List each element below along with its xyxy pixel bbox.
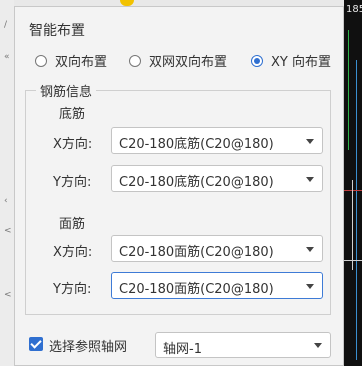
top-y-label: Y方向: (53, 282, 92, 297)
cad-line (356, 60, 357, 360)
chevron-down-icon[interactable] (314, 343, 322, 348)
select-value: C20-180底筋(C20@180) (119, 137, 274, 152)
background-tick: ‹ (4, 196, 8, 206)
background-left-panel: / « ‹ < < (0, 0, 15, 366)
cad-line (344, 190, 362, 191)
bottom-y-rebar-select[interactable]: C20-180底筋(C20@180) (111, 165, 323, 192)
cad-canvas[interactable]: 185 (344, 0, 362, 366)
select-value: C20-180底筋(C20@180) (119, 175, 274, 190)
radio-double-net-bidirectional[interactable]: 双网双向布置 (129, 51, 227, 70)
checkbox-checked-icon[interactable] (29, 337, 43, 351)
top-y-rebar-select[interactable]: C20-180面筋(C20@180) (111, 272, 323, 299)
background-tick: < (4, 290, 12, 300)
radio-xy-direction[interactable]: XY 向布置 (251, 51, 331, 70)
radio-label: XY 向布置 (271, 55, 331, 70)
cad-line (344, 260, 362, 261)
axis-grid-row: 选择参照轴网 轴网-1 (29, 329, 333, 359)
radio-button-icon[interactable] (35, 54, 47, 67)
radio-button-icon[interactable] (129, 54, 141, 67)
select-value: 轴网-1 (163, 342, 202, 357)
layout-mode-radio-group: 双向布置 双网双向布置 XY 向布置 (29, 51, 333, 71)
chevron-down-icon[interactable] (306, 177, 314, 182)
select-value: C20-180面筋(C20@180) (119, 282, 274, 297)
smart-layout-dialog: 智能布置 双向布置 双网双向布置 XY 向布置 钢筋信息 底筋 X方向: C20… (14, 6, 344, 366)
cad-line (352, 180, 353, 270)
radio-label: 双向布置 (55, 55, 108, 70)
top-x-label: X方向: (53, 245, 93, 260)
bottom-x-rebar-select[interactable]: C20-180底筋(C20@180) (111, 127, 323, 154)
bottom-x-label: X方向: (53, 137, 93, 152)
chevron-down-icon[interactable] (306, 247, 314, 252)
background-tick: / (4, 20, 8, 30)
axis-grid-select[interactable]: 轴网-1 (155, 332, 331, 358)
rebar-info-groupbox: 钢筋信息 底筋 X方向: C20-180底筋(C20@180) Y方向: C20… (25, 81, 331, 315)
radio-label: 双网双向布置 (149, 55, 228, 70)
dialog-title: 智能布置 (29, 23, 85, 39)
select-value: C20-180面筋(C20@180) (119, 245, 274, 260)
chevron-down-icon[interactable] (306, 139, 314, 144)
background-tick: < (4, 226, 12, 236)
background-tick: « (4, 52, 10, 62)
bottom-y-label: Y方向: (53, 175, 92, 190)
radio-button-checked-icon[interactable] (251, 54, 263, 67)
bottom-rebar-section-label: 底筋 (59, 107, 86, 122)
top-x-rebar-select[interactable]: C20-180面筋(C20@180) (111, 235, 323, 262)
cad-dimension-text: 185 (346, 4, 362, 15)
cad-line (348, 30, 349, 150)
select-axis-grid-checkbox-label[interactable]: 选择参照轴网 (49, 336, 127, 355)
radio-bidirectional[interactable]: 双向布置 (35, 51, 107, 70)
chevron-down-icon[interactable] (306, 284, 314, 289)
groupbox-legend: 钢筋信息 (36, 81, 97, 100)
top-rebar-section-label: 面筋 (59, 217, 86, 232)
